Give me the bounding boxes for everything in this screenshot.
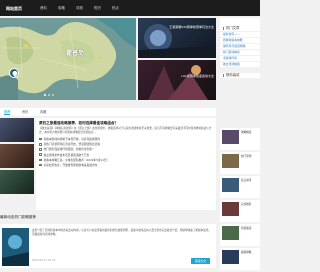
news-panel: 原石之旅最强攻略推荐，如何选择最佳攻略组合？ 【图文来源】【攻略玩家推荐】在《原…	[36, 118, 216, 210]
hot-article-link[interactable]: 独立游戏精选	[220, 61, 260, 67]
right-list-item[interactable]: 视频攻略	[220, 248, 260, 270]
right-list-thumb	[222, 202, 239, 216]
news-item-text: 新版本游戏内测将于本月开放，玩家可提前预约	[43, 137, 101, 141]
nav-item-reviews[interactable]: 评测	[76, 5, 83, 12]
carousel-dot[interactable]	[44, 94, 46, 96]
right-list-item[interactable]: 热门评测	[220, 152, 260, 174]
article-thumb[interactable]	[2, 228, 29, 266]
recommend-title: 猜你喜欢	[220, 73, 260, 78]
tab-recommend[interactable]: 推荐	[4, 109, 11, 115]
hot-articles-box: 热门文章 最新资讯—— 原神新版本前瞻 崩坏星穹铁道攻略 热门游戏推荐 手游排行…	[220, 18, 260, 67]
nav-item-knowledge[interactable]: 知识	[94, 5, 101, 12]
news-item-text: 某热门手游周年庆活动开启，登录即送限定皮肤	[43, 142, 101, 147]
news-item-text: 热门角色强度排行榜更新，新角色位列第一	[43, 147, 95, 152]
article-card: 这里介绍了游戏新版本中的各项改动内容，玩家可以在这里看到最新的角色技能调整、装备…	[0, 224, 216, 268]
tab-news[interactable]: 资讯	[22, 109, 28, 115]
right-list-text: 新游速递	[241, 227, 252, 230]
news-thumb[interactable]	[0, 144, 34, 168]
feature-image	[148, 65, 208, 100]
checkbox-icon	[39, 158, 42, 162]
content-tabs: 推荐 资讯 攻略	[0, 108, 216, 116]
right-list-thumb	[222, 226, 239, 240]
hot-articles-title: 热门文章	[220, 18, 260, 31]
news-list: 新版本游戏内测将于本月开放，玩家可提前预约 某热门手游周年庆活动开启，登录即送限…	[39, 137, 213, 168]
checkbox-icon	[39, 163, 42, 167]
map-place-label: 霍普岛	[66, 50, 85, 57]
top-nav: 网站首页 资料 攻略 评测 知识 热点	[0, 0, 260, 16]
feature-thumb-1[interactable]: 王者荣耀S39赛季新赛季玩法大全	[138, 18, 216, 58]
right-list-text: 玩家推荐	[241, 203, 252, 206]
read-more-button[interactable]: 阅读全文	[191, 258, 210, 264]
news-list-item[interactable]: 玩家社区热议：开放世界游戏的未来发展方向	[39, 163, 213, 168]
checkbox-icon	[39, 148, 42, 151]
article-excerpt: 这里介绍了游戏新版本中的各项改动内容，玩家可以在这里看到最新的角色技能调整、装备…	[32, 229, 211, 236]
right-list-thumb	[222, 250, 239, 264]
feature-image	[138, 24, 216, 58]
carousel-dot[interactable]	[48, 94, 50, 96]
right-list-thumb	[222, 178, 239, 192]
right-list-item[interactable]: 新游速递	[220, 224, 260, 246]
news-thumb-column	[0, 118, 34, 210]
right-list-text: 视频攻略	[241, 251, 252, 254]
hero-banner[interactable]: 霍普岛	[0, 18, 136, 100]
game-map-image	[0, 18, 136, 100]
site-home-link[interactable]: 网站首页	[6, 5, 28, 12]
tab-guides[interactable]: 攻略	[40, 109, 46, 115]
nav-item-hot[interactable]: 热点	[112, 5, 119, 12]
news-item-text: 玩家社区热议：开放世界游戏的未来发展方向	[43, 163, 98, 168]
right-list-thumb	[222, 130, 239, 144]
right-list-item[interactable]: 每日资讯	[220, 176, 260, 198]
right-list-thumb	[222, 154, 239, 168]
feature-thumb-2[interactable]: LOL新赛季装备改动大全	[138, 60, 216, 100]
right-list-text: 热门评测	[241, 155, 252, 158]
right-list-item[interactable]: 攻略精选	[220, 128, 260, 150]
news-headline[interactable]: 原石之旅最强攻略推荐，如何选择最佳攻略组合？	[39, 120, 213, 126]
feature-caption-1: 王者荣耀S39赛季新赛季玩法大全	[169, 25, 214, 29]
nav-item-guides[interactable]: 攻略	[58, 5, 65, 12]
article-image	[2, 228, 29, 266]
right-list-item[interactable]: 玩家推荐	[220, 200, 260, 222]
news-thumb[interactable]	[0, 170, 34, 194]
sidebar: 热门文章 最新资讯—— 原神新版本前瞻 崩坏星穹铁道攻略 热门游戏推荐 手游排行…	[220, 18, 260, 78]
location-pin-icon[interactable]	[9, 68, 19, 78]
nav-item-resources[interactable]: 资料	[40, 5, 47, 12]
carousel-dot[interactable]	[52, 94, 54, 96]
feature-caption-2: LOL新赛季装备改动大全	[181, 74, 214, 78]
checkbox-icon	[39, 143, 42, 146]
checkbox-icon	[39, 137, 42, 141]
news-excerpt: 【图文来源】【攻略玩家推荐】在《原石之旅》这款游戏中，攻略选择对于玩家的游戏体验…	[39, 127, 212, 134]
section-title: 最新动态热门攻略推荐	[0, 215, 36, 219]
news-thumb[interactable]	[0, 118, 34, 142]
right-list-text: 每日资讯	[241, 179, 252, 182]
news-item-text: 独立游戏新作发布首日销量突破十万份	[43, 152, 90, 157]
article-date: 2024-05-11 15:33	[32, 259, 56, 262]
carousel-dots[interactable]	[44, 94, 54, 96]
checkbox-icon	[39, 153, 42, 156]
right-list-text: 攻略精选	[241, 131, 252, 134]
news-item-text: 新版本攻略汇总，全角色配队推荐（2024年5月11日）	[43, 157, 110, 162]
